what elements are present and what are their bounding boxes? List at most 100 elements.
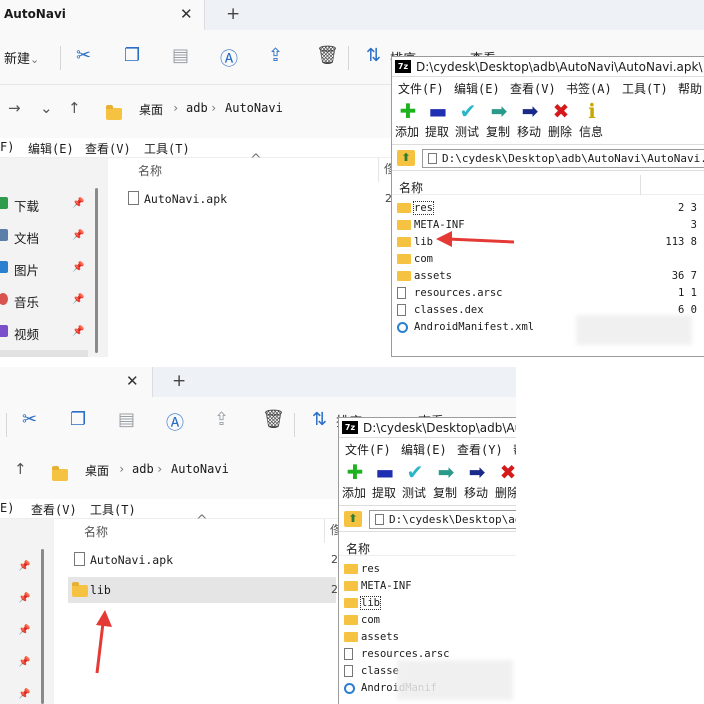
sidebar-scrollbar[interactable] [95, 188, 98, 353]
list-item[interactable]: res 2 3 [392, 200, 704, 217]
sz-test-button[interactable]: ✔ 测试 [454, 99, 482, 140]
cut-icon[interactable]: ✂ [76, 45, 91, 66]
sidebar-item-pictures[interactable]: 图片 📌 [0, 254, 100, 282]
sz-copy-button[interactable]: ➡ 复制 [432, 460, 460, 501]
list-item[interactable]: META-INF [339, 578, 516, 595]
sz-move-button[interactable]: ➡ 移动 [516, 99, 544, 140]
copy-icon[interactable]: ❐ [70, 409, 86, 430]
list-item[interactable]: res [339, 561, 516, 578]
sidebar-item-label: 视频 [14, 327, 40, 342]
pin-icon: 📌 [72, 198, 85, 209]
sz-extract-button[interactable]: ▬ 提取 [371, 460, 399, 501]
tool-label: 测试 [401, 486, 426, 500]
list-item[interactable]: assets 36 7 [392, 268, 704, 285]
sz-menu-edit[interactable]: 编辑(E) [401, 441, 447, 458]
sz-add-button[interactable]: ✚ 添加 [341, 460, 369, 501]
breadcrumb-autonavi[interactable]: AutoNavi [171, 462, 229, 476]
file-row-selected[interactable]: lib [68, 577, 336, 603]
new-button[interactable]: 新建⌄ [4, 48, 39, 67]
sz-menu-help[interactable]: 帮 [513, 441, 516, 458]
share-icon[interactable]: ⇪ [268, 45, 283, 66]
file-row[interactable]: AutoNavi.apk [122, 186, 390, 212]
sort-icon[interactable]: ⇅ [366, 45, 381, 66]
sidebar-item-music[interactable]: 音乐 📌 [0, 286, 100, 314]
menu-tools[interactable]: 工具(T) [90, 501, 136, 518]
up-icon[interactable]: ↑ [68, 99, 81, 117]
folder-up-icon[interactable]: ⬆ [397, 150, 415, 166]
sz-menu-help[interactable]: 帮助 [678, 80, 702, 97]
screenshot-separator [0, 357, 704, 367]
sz-delete-button[interactable]: ✖ 删除 [547, 99, 575, 140]
sevenzip-path-input[interactable]: D:\cydesk\Desktop\adb\AutoNavi\AutoNavi.… [422, 149, 704, 168]
sevenzip-path-input[interactable]: D:\cydesk\Desktop\adb [369, 510, 516, 529]
new-tab-icon[interactable]: + [226, 4, 240, 24]
column-header-name[interactable]: 名称 [84, 523, 108, 540]
menu-edit[interactable]: E) [0, 501, 14, 515]
sz-menu-view[interactable]: 查看(Y) [457, 441, 503, 458]
forward-icon[interactable]: → [8, 99, 21, 117]
sz-menu-view[interactable]: 查看(V) [510, 80, 556, 97]
share-icon[interactable]: ⇪ [214, 409, 229, 430]
sidebar-item-videos[interactable]: 视频 📌 [0, 318, 100, 346]
paste-icon[interactable]: ▤ [172, 45, 189, 66]
sevenzip-title: D:\cydesk\Desktop\adb\Auto [363, 421, 516, 435]
menu-file[interactable]: F) [0, 140, 14, 154]
tab-close-icon[interactable]: ✕ [180, 5, 193, 23]
rename-icon[interactable]: Ⓐ [166, 409, 184, 435]
column-divider [324, 519, 325, 543]
sz-menu-tools[interactable]: 工具(T) [622, 80, 668, 97]
annotation-arrow-left [436, 231, 515, 247]
sz-info-button[interactable]: ℹ 信息 [578, 99, 606, 140]
list-item[interactable]: resources.arsc 1 1 [392, 285, 704, 302]
menu-view[interactable]: 查看(V) [31, 501, 77, 518]
folder-up-icon[interactable]: ⬆ [344, 511, 362, 527]
sidebar-scrollbar[interactable] [41, 549, 44, 704]
tab-autonavi[interactable]: ✕ [0, 367, 153, 397]
delete-icon[interactable]: 🗑 [316, 45, 339, 66]
new-tab-icon[interactable]: + [172, 371, 186, 391]
file-row[interactable]: AutoNavi.apk [68, 547, 336, 573]
sidebar-item-downloads[interactable]: 下载 📌 [0, 190, 100, 218]
tab-autonavi[interactable]: AutoNavi ✕ [0, 0, 205, 30]
rename-icon[interactable]: Ⓐ [220, 45, 238, 71]
sevenzip-menubar: 文件(F) 编辑(E) 查看(V) 书签(A) 工具(T) 帮助 [392, 79, 704, 97]
sevenzip-menubar: 文件(F) 编辑(E) 查看(Y) 帮 [339, 440, 516, 458]
breadcrumb-autonavi[interactable]: AutoNavi [225, 101, 283, 115]
pin-icon: 📌 [72, 294, 85, 305]
up-icon[interactable]: ↑ [14, 460, 27, 478]
sort-icon[interactable]: ⇅ [312, 409, 327, 430]
sz-column-name[interactable]: 名称 [346, 540, 370, 557]
cut-icon[interactable]: ✂ [22, 409, 37, 430]
breadcrumb-adb[interactable]: adb [186, 101, 208, 115]
sz-extract-button[interactable]: ▬ 提取 [424, 99, 452, 140]
tool-label: 删除 [494, 486, 516, 500]
list-item[interactable]: assets [339, 629, 516, 646]
sz-copy-button[interactable]: ➡ 复制 [485, 99, 513, 140]
tab-close-icon[interactable]: ✕ [126, 372, 139, 390]
sz-menu-edit[interactable]: 编辑(E) [454, 80, 500, 97]
list-item[interactable]: com [339, 612, 516, 629]
sz-delete-button[interactable]: ✖ 删除 [494, 460, 516, 501]
sz-menu-bookmarks[interactable]: 书签(A) [566, 80, 612, 97]
copy-icon[interactable]: ❐ [124, 45, 140, 66]
breadcrumb-desktop[interactable]: 桌面 [85, 462, 109, 479]
list-item[interactable]: lib [339, 595, 516, 612]
menu-edit[interactable]: 编辑(E) [28, 140, 74, 157]
delete-icon[interactable]: 🗑 [262, 409, 285, 430]
sz-add-button[interactable]: ✚ 添加 [394, 99, 422, 140]
column-header-name[interactable]: 名称 [138, 162, 162, 179]
sidebar-item-documents[interactable]: 文档 📌 [0, 222, 100, 250]
sz-menu-file[interactable]: 文件(F) [345, 441, 391, 458]
nav-sidebar: 📌 📌 📌 📌 📌 [0, 519, 54, 704]
item-size: 3 [690, 219, 697, 231]
paste-icon[interactable]: ▤ [118, 409, 135, 430]
breadcrumb-adb[interactable]: adb [132, 462, 154, 476]
sz-menu-file[interactable]: 文件(F) [398, 80, 444, 97]
sz-column-name[interactable]: 名称 [399, 179, 423, 196]
breadcrumb-desktop[interactable]: 桌面 [139, 101, 163, 118]
sz-test-button[interactable]: ✔ 测试 [401, 460, 429, 501]
sz-move-button[interactable]: ➡ 移动 [463, 460, 491, 501]
recent-chevron-icon[interactable]: ⌄ [40, 99, 53, 117]
menu-tools[interactable]: 工具(T) [144, 140, 190, 157]
menu-view[interactable]: 查看(V) [85, 140, 131, 157]
